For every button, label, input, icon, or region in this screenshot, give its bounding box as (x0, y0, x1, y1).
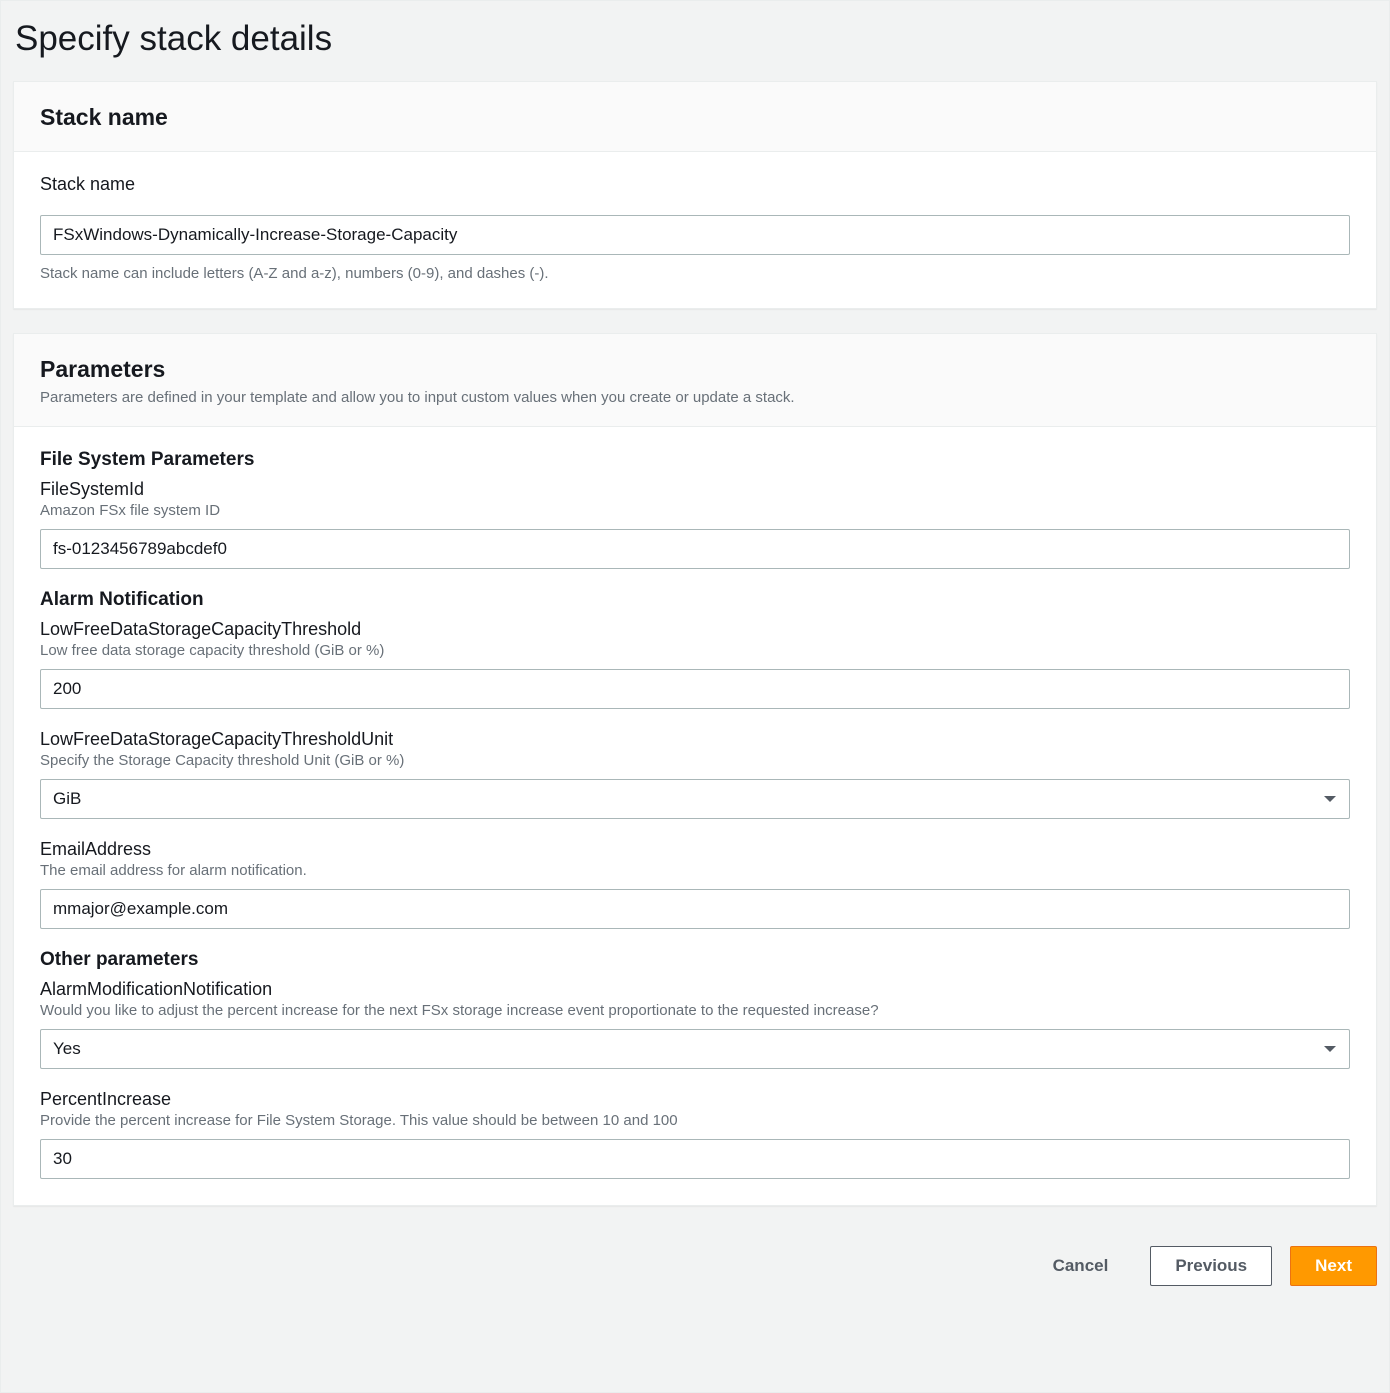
stack-name-label: Stack name (40, 174, 1350, 195)
field-percent: PercentIncrease Provide the percent incr… (40, 1089, 1350, 1179)
email-hint: The email address for alarm notification… (40, 862, 1350, 879)
alarm-mod-label: AlarmModificationNotification (40, 979, 1350, 1000)
field-file-system-id: FileSystemId Amazon FSx file system ID (40, 479, 1350, 569)
cancel-button[interactable]: Cancel (1029, 1246, 1133, 1286)
parameters-section-subtext: Parameters are defined in your template … (40, 389, 1350, 406)
group-title-file-system: File System Parameters (40, 449, 1350, 471)
email-label: EmailAddress (40, 839, 1350, 860)
alarm-mod-hint: Would you like to adjust the percent inc… (40, 1002, 1350, 1019)
parameters-body: File System Parameters FileSystemId Amaz… (14, 427, 1376, 1205)
stack-name-section-title: Stack name (40, 104, 1350, 131)
next-button[interactable]: Next (1290, 1246, 1377, 1286)
threshold-label: LowFreeDataStorageCapacityThreshold (40, 619, 1350, 640)
field-alarm-mod: AlarmModificationNotification Would you … (40, 979, 1350, 1069)
alarm-mod-value: Yes (40, 1029, 1350, 1069)
parameters-panel: Parameters Parameters are defined in you… (13, 333, 1377, 1206)
field-threshold-unit: LowFreeDataStorageCapacityThresholdUnit … (40, 729, 1350, 819)
stack-name-panel: Stack name Stack name Stack name can inc… (13, 81, 1377, 309)
group-title-other: Other parameters (40, 949, 1350, 971)
percent-input[interactable] (40, 1139, 1350, 1179)
alarm-mod-select[interactable]: Yes (40, 1029, 1350, 1069)
parameters-header: Parameters Parameters are defined in you… (14, 334, 1376, 427)
stack-name-hint: Stack name can include letters (A-Z and … (40, 265, 1350, 282)
percent-label: PercentIncrease (40, 1089, 1350, 1110)
threshold-hint: Low free data storage capacity threshold… (40, 642, 1350, 659)
percent-hint: Provide the percent increase for File Sy… (40, 1112, 1350, 1129)
stack-name-header: Stack name (14, 82, 1376, 152)
threshold-input[interactable] (40, 669, 1350, 709)
file-system-id-hint: Amazon FSx file system ID (40, 502, 1350, 519)
previous-button[interactable]: Previous (1150, 1246, 1272, 1286)
stack-name-body: Stack name Stack name can include letter… (14, 152, 1376, 308)
stack-name-input[interactable] (40, 215, 1350, 255)
threshold-unit-hint: Specify the Storage Capacity threshold U… (40, 752, 1350, 769)
field-email: EmailAddress The email address for alarm… (40, 839, 1350, 929)
group-title-alarm: Alarm Notification (40, 589, 1350, 611)
file-system-id-label: FileSystemId (40, 479, 1350, 500)
threshold-unit-value: GiB (40, 779, 1350, 819)
wizard-footer: Cancel Previous Next (1, 1230, 1389, 1302)
field-threshold: LowFreeDataStorageCapacityThreshold Low … (40, 619, 1350, 709)
parameters-section-title: Parameters (40, 356, 1350, 383)
page-title: Specify stack details (1, 1, 1389, 81)
threshold-unit-select[interactable]: GiB (40, 779, 1350, 819)
email-input[interactable] (40, 889, 1350, 929)
page-container: Specify stack details Stack name Stack n… (0, 0, 1390, 1393)
threshold-unit-label: LowFreeDataStorageCapacityThresholdUnit (40, 729, 1350, 750)
file-system-id-input[interactable] (40, 529, 1350, 569)
